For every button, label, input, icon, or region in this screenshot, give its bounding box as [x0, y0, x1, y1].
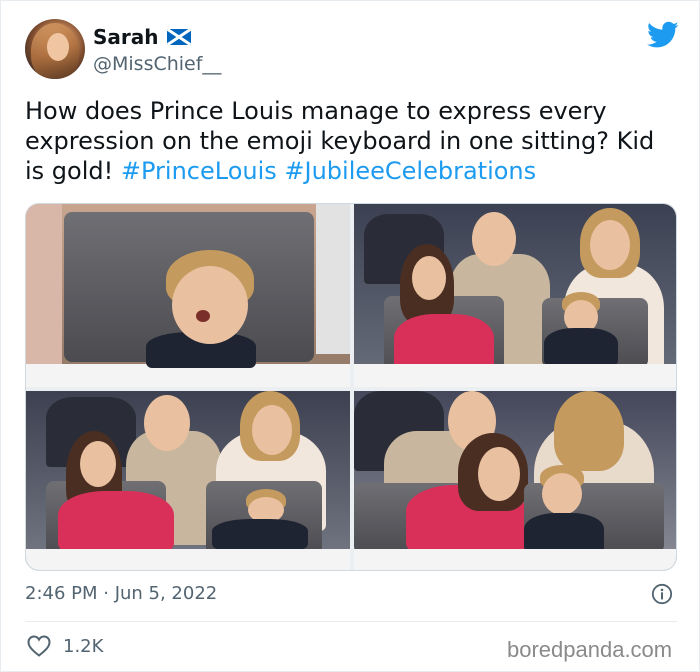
tweet-card: Sarah @MissChief__ How does Prince Louis…	[0, 0, 700, 672]
like-action[interactable]: 1.2K	[27, 635, 103, 657]
info-icon[interactable]	[651, 583, 673, 605]
like-count: 1.2K	[63, 635, 104, 657]
display-name[interactable]: Sarah	[93, 25, 159, 49]
avatar[interactable]	[25, 19, 85, 79]
tweet-timestamp[interactable]: 2:46 PM · Jun 5, 2022	[25, 583, 217, 604]
hashtag-link-jubileecelebrations[interactable]: #JubileeCelebrations	[284, 157, 536, 185]
photo-2[interactable]	[354, 204, 676, 387]
author-name-row: Sarah	[93, 25, 191, 49]
photo-1[interactable]	[26, 204, 350, 387]
scotland-flag-icon	[166, 29, 191, 45]
hashtag-link-princelouis[interactable]: #PrinceLouis	[121, 157, 277, 185]
tweet-text: How does Prince Louis manage to express …	[25, 96, 675, 186]
watermark: boredpanda.com	[507, 637, 673, 662]
photo-4[interactable]	[354, 391, 676, 570]
media-grid	[25, 203, 677, 571]
photo-3[interactable]	[26, 391, 350, 570]
divider	[25, 621, 677, 622]
heart-icon[interactable]	[27, 635, 51, 657]
twitter-bird-icon[interactable]	[647, 21, 679, 49]
avatar-face	[47, 33, 69, 61]
user-handle[interactable]: @MissChief__	[93, 53, 221, 75]
